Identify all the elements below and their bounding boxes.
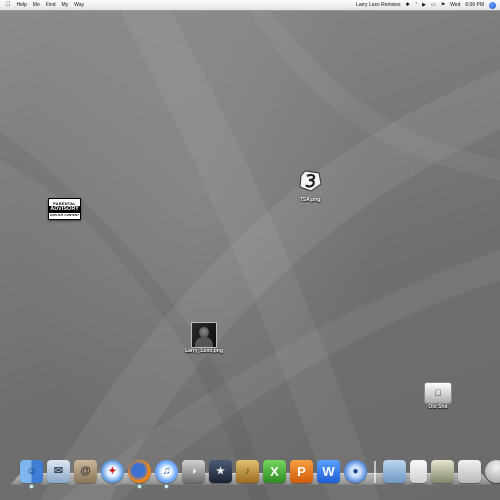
word-icon[interactable]: W	[317, 460, 340, 483]
desktop-icon-label: Larry_Luxo.png	[185, 348, 223, 354]
iphoto-icon[interactable]: ◑	[182, 460, 205, 483]
address-book-icon[interactable]: @	[74, 460, 97, 483]
downloads-stack-icon[interactable]	[458, 460, 481, 483]
itunes-icon[interactable]: ♫	[155, 460, 178, 488]
parental-advisory-image: PARENTAL ADVISORY EXPLICIT CONTENT	[48, 198, 81, 220]
tsa-image-icon	[299, 170, 322, 192]
powerpoint-icon[interactable]: P	[290, 460, 313, 483]
desktop-icon-parental-advisory[interactable]: PARENTAL ADVISORY EXPLICIT CONTENT	[48, 198, 81, 220]
desktop-icon-larry-luxo[interactable]: Larry_Luxo.png	[184, 322, 224, 354]
desktop-wallpaper	[0, 10, 500, 500]
user-name[interactable]: Larry Luxo Remixes	[356, 0, 400, 10]
applications-folder-icon[interactable]	[383, 460, 406, 483]
messenger-icon[interactable]: ●	[344, 460, 367, 483]
dashboard-stack-icon[interactable]	[431, 460, 454, 483]
mail-icon[interactable]: ✉	[47, 460, 70, 483]
advisory-line3: EXPLICIT CONTENT	[50, 212, 79, 217]
volume-icon[interactable]: ▶	[422, 0, 426, 10]
clock-day[interactable]: Wed	[450, 0, 460, 10]
menu-me[interactable]: Me	[33, 0, 40, 10]
finder-icon[interactable]: ☺	[20, 460, 43, 488]
desktop-icon-old-drive[interactable]:  Old Shit	[422, 382, 454, 410]
desktop-icon-tsa[interactable]: TSA.png	[294, 170, 326, 203]
desktop-icon-label: TSA.png	[299, 197, 321, 203]
apple-icon[interactable]: 	[6, 0, 11, 10]
trash-icon[interactable]	[485, 460, 500, 483]
spotlight-icon[interactable]	[489, 1, 496, 9]
garageband-icon[interactable]: ♪	[236, 460, 259, 483]
documents-stack-icon[interactable]	[410, 460, 427, 483]
bluetooth-icon[interactable]: ✱	[406, 0, 410, 10]
menu-bar:  Help Me Find My Way Larry Luxo Remixes…	[0, 0, 500, 11]
menu-way[interactable]: Way	[74, 0, 84, 10]
imovie-icon[interactable]: ★	[209, 460, 232, 483]
flag-icon[interactable]: ⚑	[441, 0, 445, 10]
desktop: PARENTAL ADVISORY EXPLICIT CONTENT TSA.p…	[0, 10, 500, 500]
dock: ☺ ✉ @ ✦ ♫ ◑ ★ ♪ X P W ●	[10, 460, 500, 492]
photo-thumbnail-icon	[191, 322, 217, 348]
advisory-line2: ADVISORY	[49, 205, 80, 213]
firefox-icon[interactable]	[128, 460, 151, 488]
menu-my[interactable]: My	[61, 0, 68, 10]
battery-icon[interactable]: ▭	[431, 0, 436, 10]
hard-drive-icon: 	[424, 382, 452, 404]
menu-help[interactable]: Help	[17, 0, 27, 10]
menu-find[interactable]: Find	[46, 0, 56, 10]
wifi-icon[interactable]: ⌝	[415, 0, 417, 10]
dock-separator	[374, 461, 376, 483]
clock-time[interactable]: 6:06 PM	[465, 0, 484, 10]
desktop-icon-label: Old Shit	[428, 404, 448, 410]
excel-icon[interactable]: X	[263, 460, 286, 483]
safari-icon[interactable]: ✦	[101, 460, 124, 483]
